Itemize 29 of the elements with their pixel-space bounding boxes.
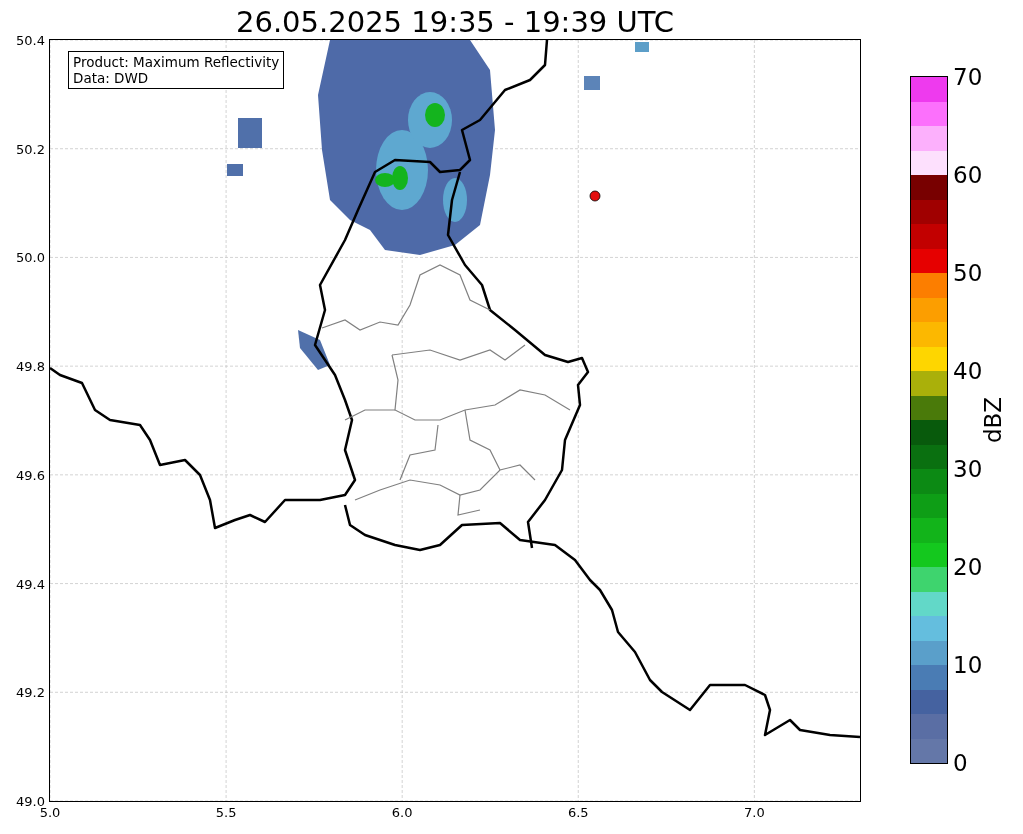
colorbar-tick-label: 30: [953, 456, 983, 482]
chart-title: 26.05.2025 19:35 - 19:39 UTC: [235, 4, 675, 40]
colorbar-tick-label: 60: [953, 162, 983, 188]
radar-echo-patch: [635, 42, 649, 52]
colorbar-tick-label: 50: [953, 260, 983, 286]
colorbar-tick-label: 0: [953, 750, 968, 776]
location-marker: [589, 190, 601, 202]
colorbar-tick-label: 10: [953, 652, 983, 678]
y-tick-label: 49.6: [16, 467, 45, 483]
y-tick-label: 49.4: [16, 576, 45, 592]
y-tick-label: 49.8: [16, 358, 45, 374]
y-tick-label: 50.4: [16, 32, 45, 48]
info-text: Data: DWD: [73, 70, 150, 86]
y-tick-label: 49.2: [16, 684, 45, 700]
x-tick-label: 7.0: [744, 805, 765, 820]
radar-echo-patch: [238, 118, 262, 148]
radar-echo-patch: [584, 76, 600, 90]
colorbar-tick-label: 20: [953, 554, 983, 580]
colorbar-tick-label: 70: [953, 64, 983, 90]
colorbar-tick-label: 40: [953, 358, 983, 384]
radar-echo-patch: [298, 330, 330, 370]
colorbar-label: dBZ: [980, 396, 1006, 444]
x-tick-label: 5.5: [215, 805, 237, 820]
x-tick-label: 6.5: [567, 805, 589, 820]
radar-echo-patch: [227, 164, 243, 176]
y-tick-label: 50.2: [16, 141, 45, 157]
x-tick-label: 6.0: [391, 805, 413, 820]
y-tick-label: 50.0: [16, 249, 45, 265]
info-text: Product: Maximum Reflectivity: [73, 54, 280, 70]
